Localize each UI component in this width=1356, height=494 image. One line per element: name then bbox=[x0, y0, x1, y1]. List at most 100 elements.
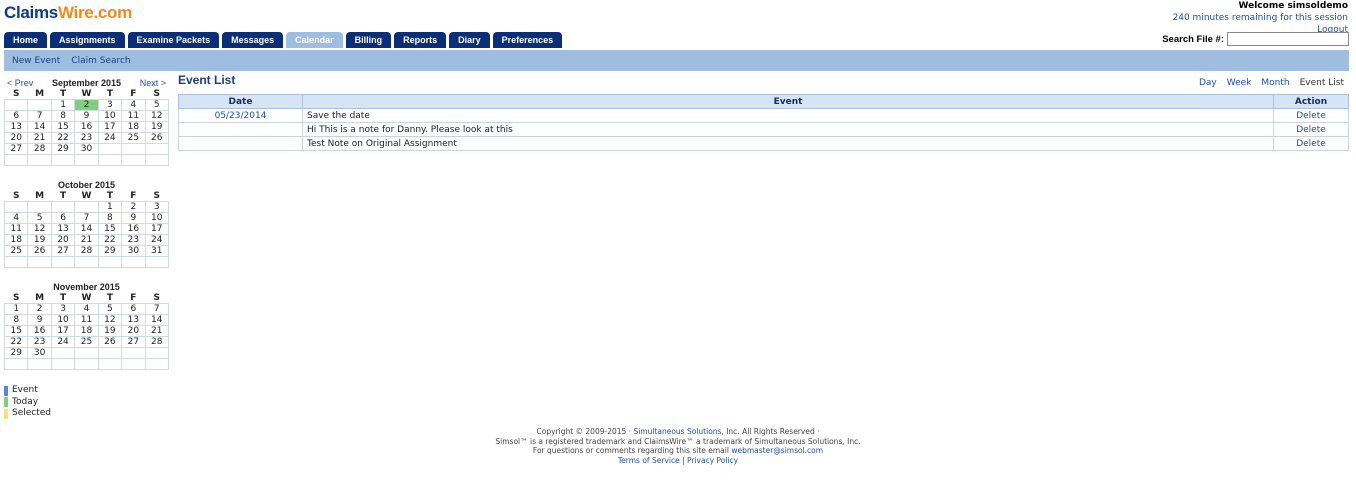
day-cell[interactable]: 30 bbox=[27, 347, 52, 359]
day-cell[interactable]: 1 bbox=[97, 201, 123, 213]
day-cell[interactable]: 4 bbox=[3, 212, 29, 224]
day-cell[interactable]: 5 bbox=[97, 303, 123, 315]
day-cell[interactable]: 20 bbox=[121, 325, 146, 337]
day-cell[interactable]: 2 bbox=[27, 303, 52, 315]
day-cell[interactable]: 19 bbox=[97, 325, 123, 337]
day-cell[interactable]: 13 bbox=[121, 314, 146, 326]
day-cell[interactable]: 9 bbox=[74, 110, 99, 122]
view-day-link[interactable]: Day bbox=[1199, 78, 1217, 88]
day-cell[interactable]: 23 bbox=[121, 234, 146, 246]
day-cell[interactable]: 20 bbox=[3, 132, 29, 144]
column-header-date[interactable]: Date bbox=[178, 94, 303, 109]
next-month-link[interactable]: Next > bbox=[140, 78, 166, 88]
day-cell[interactable]: 5 bbox=[144, 99, 170, 111]
day-cell[interactable]: 16 bbox=[27, 325, 52, 337]
day-cell[interactable]: 11 bbox=[3, 223, 29, 235]
day-cell[interactable]: 23 bbox=[74, 132, 99, 144]
day-cell[interactable]: 29 bbox=[50, 143, 76, 155]
day-cell[interactable]: 22 bbox=[50, 132, 76, 144]
day-cell[interactable]: 9 bbox=[121, 212, 146, 224]
day-cell[interactable]: 24 bbox=[144, 234, 170, 246]
webmaster-email-link[interactable]: webmaster@simsol.com bbox=[731, 446, 823, 455]
claimswire-logo[interactable]: ClaimsWire.com bbox=[4, 3, 132, 23]
claim-search-link[interactable]: Claim Search bbox=[71, 56, 130, 66]
day-cell[interactable]: 11 bbox=[121, 110, 146, 122]
day-cell[interactable]: 14 bbox=[27, 121, 52, 133]
day-cell[interactable]: 21 bbox=[27, 132, 52, 144]
day-cell[interactable]: 25 bbox=[121, 132, 146, 144]
day-cell[interactable]: 6 bbox=[50, 212, 76, 224]
tab-messages[interactable]: Messages bbox=[222, 32, 284, 48]
day-cell[interactable]: 17 bbox=[144, 223, 170, 235]
day-cell[interactable]: 27 bbox=[50, 245, 76, 257]
view-event-list-link[interactable]: Event List bbox=[1300, 78, 1344, 88]
day-cell[interactable]: 10 bbox=[50, 314, 76, 326]
day-cell[interactable]: 28 bbox=[27, 143, 52, 155]
search-file-input[interactable] bbox=[1227, 32, 1349, 46]
day-cell[interactable]: 12 bbox=[27, 223, 52, 235]
day-cell[interactable]: 17 bbox=[97, 121, 123, 133]
day-cell[interactable]: 15 bbox=[50, 121, 76, 133]
day-cell[interactable]: 15 bbox=[97, 223, 123, 235]
prev-month-link[interactable]: < Prev bbox=[7, 78, 33, 88]
tab-assignments[interactable]: Assignments bbox=[50, 32, 125, 48]
day-cell[interactable]: 30 bbox=[121, 245, 146, 257]
tab-billing[interactable]: Billing bbox=[345, 32, 392, 48]
day-cell[interactable]: 10 bbox=[144, 212, 170, 224]
delete-event-link[interactable]: Delete bbox=[1273, 136, 1349, 151]
day-cell[interactable]: 18 bbox=[121, 121, 146, 133]
view-week-link[interactable]: Week bbox=[1227, 78, 1252, 88]
day-cell[interactable]: 29 bbox=[3, 347, 29, 359]
day-cell[interactable]: 21 bbox=[144, 325, 170, 337]
day-cell[interactable]: 16 bbox=[121, 223, 146, 235]
day-cell[interactable]: 14 bbox=[74, 223, 99, 235]
day-cell[interactable]: 9 bbox=[27, 314, 52, 326]
day-cell[interactable]: 4 bbox=[121, 99, 146, 111]
tab-calendar[interactable]: Calendar bbox=[286, 32, 343, 48]
day-cell[interactable]: 26 bbox=[27, 245, 52, 257]
company-link[interactable]: Simultaneous Solutions, Inc. bbox=[633, 427, 739, 436]
day-cell[interactable]: 2 bbox=[121, 201, 146, 213]
day-cell[interactable]: 16 bbox=[74, 121, 99, 133]
day-cell[interactable]: 23 bbox=[27, 336, 52, 348]
day-cell[interactable]: 22 bbox=[3, 336, 29, 348]
day-cell[interactable]: 8 bbox=[97, 212, 123, 224]
view-month-link[interactable]: Month bbox=[1261, 78, 1289, 88]
delete-event-link[interactable]: Delete bbox=[1273, 122, 1349, 137]
day-cell[interactable]: 26 bbox=[144, 132, 170, 144]
day-cell[interactable]: 25 bbox=[74, 336, 99, 348]
day-cell[interactable]: 1 bbox=[3, 303, 29, 315]
day-cell[interactable]: 28 bbox=[144, 336, 170, 348]
day-cell[interactable]: 19 bbox=[144, 121, 170, 133]
day-cell[interactable]: 10 bbox=[97, 110, 123, 122]
day-cell[interactable]: 2 bbox=[74, 99, 99, 111]
day-cell[interactable]: 27 bbox=[3, 143, 29, 155]
day-cell[interactable]: 11 bbox=[74, 314, 99, 326]
day-cell[interactable]: 26 bbox=[97, 336, 123, 348]
day-cell[interactable]: 28 bbox=[74, 245, 99, 257]
day-cell[interactable]: 7 bbox=[74, 212, 99, 224]
day-cell[interactable]: 18 bbox=[3, 234, 29, 246]
day-cell[interactable]: 12 bbox=[97, 314, 123, 326]
day-cell[interactable]: 20 bbox=[50, 234, 76, 246]
day-cell[interactable]: 7 bbox=[27, 110, 52, 122]
day-cell[interactable]: 5 bbox=[27, 212, 52, 224]
day-cell[interactable]: 6 bbox=[3, 110, 29, 122]
tab-reports[interactable]: Reports bbox=[394, 32, 447, 48]
day-cell[interactable]: 21 bbox=[74, 234, 99, 246]
day-cell[interactable]: 24 bbox=[97, 132, 123, 144]
day-cell[interactable]: 30 bbox=[74, 143, 99, 155]
tab-preferences[interactable]: Preferences bbox=[492, 32, 563, 48]
day-cell[interactable]: 13 bbox=[3, 121, 29, 133]
day-cell[interactable]: 3 bbox=[144, 201, 170, 213]
column-header-event[interactable]: Event bbox=[302, 94, 1274, 109]
delete-event-link[interactable]: Delete bbox=[1273, 108, 1349, 123]
day-cell[interactable]: 25 bbox=[3, 245, 29, 257]
day-cell[interactable]: 19 bbox=[27, 234, 52, 246]
day-cell[interactable]: 1 bbox=[50, 99, 76, 111]
day-cell[interactable]: 24 bbox=[50, 336, 76, 348]
tab-diary[interactable]: Diary bbox=[449, 32, 490, 48]
tab-home[interactable]: Home bbox=[4, 32, 48, 48]
day-cell[interactable]: 6 bbox=[121, 303, 146, 315]
day-cell[interactable]: 8 bbox=[50, 110, 76, 122]
